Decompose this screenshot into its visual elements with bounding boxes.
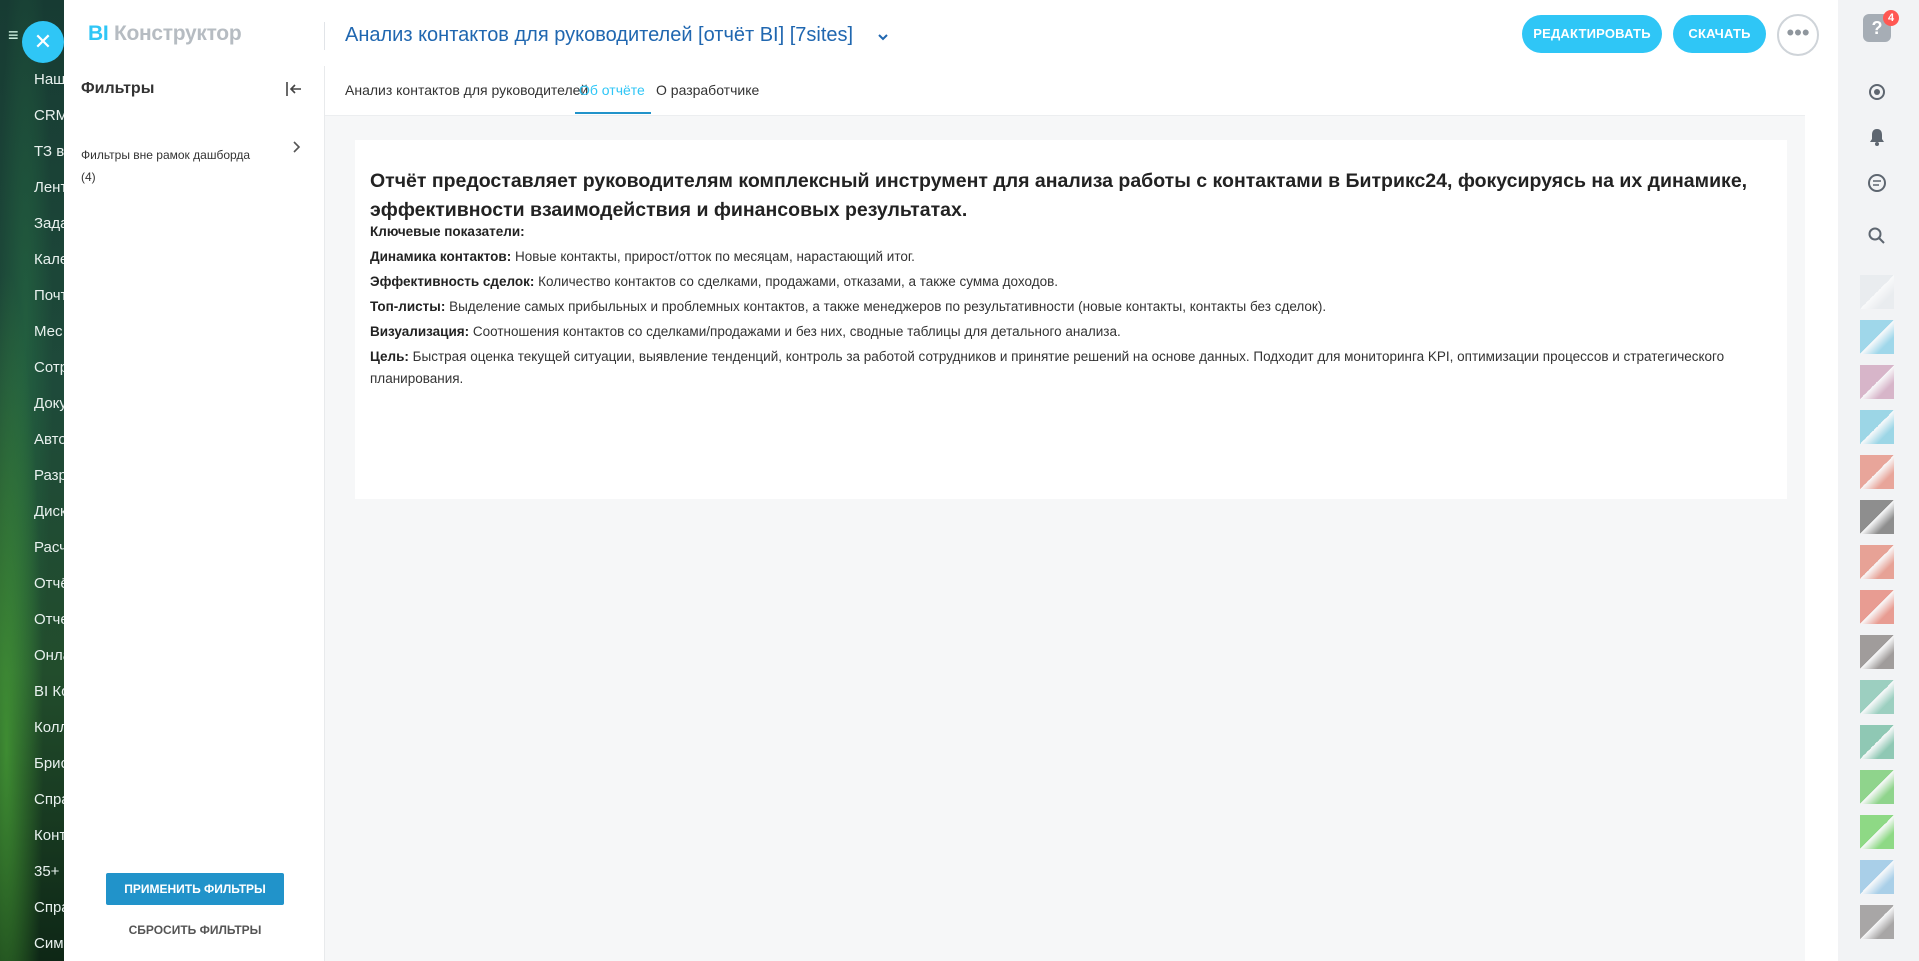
collapse-panel-icon[interactable]: [283, 78, 305, 100]
filter-group-outside-dashboard[interactable]: Фильтры вне рамок дашборда (4): [81, 144, 306, 188]
portal-background: ≡ НашCRMТЗ вЛентЗадаКалеПочтМесСотрДокуА…: [0, 0, 64, 961]
app-logo: BI Конструктор: [88, 22, 242, 46]
filter-group-label: Фильтры вне рамок дашборда: [81, 148, 251, 162]
reset-filters-button[interactable]: СБРОСИТЬ ФИЛЬТРЫ: [106, 917, 284, 943]
avatar[interactable]: [1860, 455, 1894, 489]
list-item: Топ-листы: Выделение самых прибыльных и …: [370, 299, 1327, 314]
portal-menu-item: Конт: [34, 827, 64, 844]
report-description-card: Отчёт предоставляет руководителям компле…: [355, 140, 1787, 499]
close-icon[interactable]: ✕: [22, 21, 64, 63]
avatar[interactable]: [1860, 635, 1894, 669]
avatar[interactable]: [1860, 680, 1894, 714]
portal-menu-item: Мес: [34, 323, 63, 340]
edit-button[interactable]: РЕДАКТИРОВАТЬ: [1522, 15, 1662, 53]
logo-text: Конструктор: [113, 22, 242, 45]
tab-analysis[interactable]: Анализ контактов для руководителей: [345, 82, 588, 98]
dashboard-content: Анализ контактов для руководителей Об от…: [325, 66, 1805, 961]
download-button[interactable]: СКАЧАТЬ: [1673, 15, 1766, 53]
portal-menu-item: ТЗ в: [34, 143, 64, 160]
avatar[interactable]: [1860, 500, 1894, 534]
apply-filters-button[interactable]: ПРИМЕНИТЬ ФИЛЬТРЫ: [106, 873, 284, 905]
portal-menu-item: Брис: [34, 755, 64, 772]
avatar[interactable]: [1860, 365, 1894, 399]
tabs-bar: Анализ контактов для руководителей Об от…: [325, 66, 1805, 116]
tab-about-report[interactable]: Об отчёте: [579, 82, 645, 98]
portal-menu-item: Спра: [34, 899, 64, 916]
portal-menu-item: Авто: [34, 431, 64, 448]
list-item: Динамика контактов: Новые контакты, прир…: [370, 249, 915, 264]
bi-constructor-slider: BI Конструктор Анализ контактов для руко…: [64, 0, 1898, 961]
avatar[interactable]: [1860, 275, 1894, 309]
portal-menu-item: Онла: [34, 647, 64, 664]
search-icon[interactable]: [1860, 222, 1894, 256]
portal-menu-item: 35+: [34, 863, 60, 880]
bell-icon[interactable]: [1860, 124, 1894, 158]
more-icon[interactable]: •••: [1777, 14, 1819, 56]
tab-about-developer[interactable]: О разработчике: [656, 82, 759, 98]
portal-menu-item: Сотр: [34, 359, 64, 376]
list-item: Визуализация: Соотношения контактов со с…: [370, 324, 1121, 339]
notification-badge: 4: [1883, 10, 1899, 26]
report-title[interactable]: Анализ контактов для руководителей [отчё…: [345, 24, 853, 47]
filters-title: Фильтры: [81, 80, 155, 97]
portal-menu-item: Сим: [34, 935, 64, 952]
report-heading: Отчёт предоставляет руководителям компле…: [370, 170, 1748, 221]
avatar[interactable]: [1860, 410, 1894, 444]
logo-bi: BI: [88, 22, 109, 45]
portal-menu-item: Разр: [34, 467, 64, 484]
filter-group-count: (4): [81, 170, 96, 184]
portal-menu-item: Отче: [34, 611, 64, 628]
list-item: Эффективность сделок: Количество контакт…: [370, 274, 1059, 289]
list-item: Цель: Быстрая оценка текущей ситуации, в…: [370, 349, 1725, 386]
portal-menu-item: CRM: [34, 107, 64, 124]
avatar[interactable]: [1860, 770, 1894, 804]
avatar[interactable]: [1860, 860, 1894, 894]
key-indicators-label: Ключевые показатели:: [370, 224, 525, 239]
chevron-right-icon[interactable]: [291, 140, 303, 159]
portal-menu-item: Спра: [34, 791, 64, 808]
filters-panel: Фильтры Фильтры вне рамок дашборда (4) П…: [64, 66, 325, 961]
avatar[interactable]: [1860, 545, 1894, 579]
sync-icon[interactable]: [1860, 79, 1894, 113]
portal-menu-item: Наш: [34, 71, 64, 88]
portal-menu-item: Диск: [34, 503, 64, 520]
header-divider: [324, 22, 325, 50]
right-rail: ? 4: [1838, 0, 1919, 961]
active-tab-indicator: [575, 112, 651, 114]
portal-menu-item: Кале: [34, 251, 64, 268]
avatar[interactable]: [1860, 725, 1894, 759]
portal-menu-item: Отчё: [34, 575, 64, 592]
portal-menu-item: Доку: [34, 395, 64, 412]
portal-menu-item: Расч: [34, 539, 64, 556]
portal-menu-item: Колл: [34, 719, 64, 736]
avatar[interactable]: [1860, 320, 1894, 354]
portal-menu-item: BI Ко: [34, 683, 64, 700]
chevron-down-icon[interactable]: [877, 27, 889, 48]
portal-menu-item: Зада: [34, 215, 64, 232]
portal-menu-item: Почт: [34, 287, 64, 304]
avatar[interactable]: [1860, 590, 1894, 624]
chat-icon[interactable]: [1860, 170, 1894, 204]
portal-menu-item: Лент: [34, 179, 64, 196]
avatar[interactable]: [1860, 815, 1894, 849]
avatar[interactable]: [1860, 905, 1894, 939]
